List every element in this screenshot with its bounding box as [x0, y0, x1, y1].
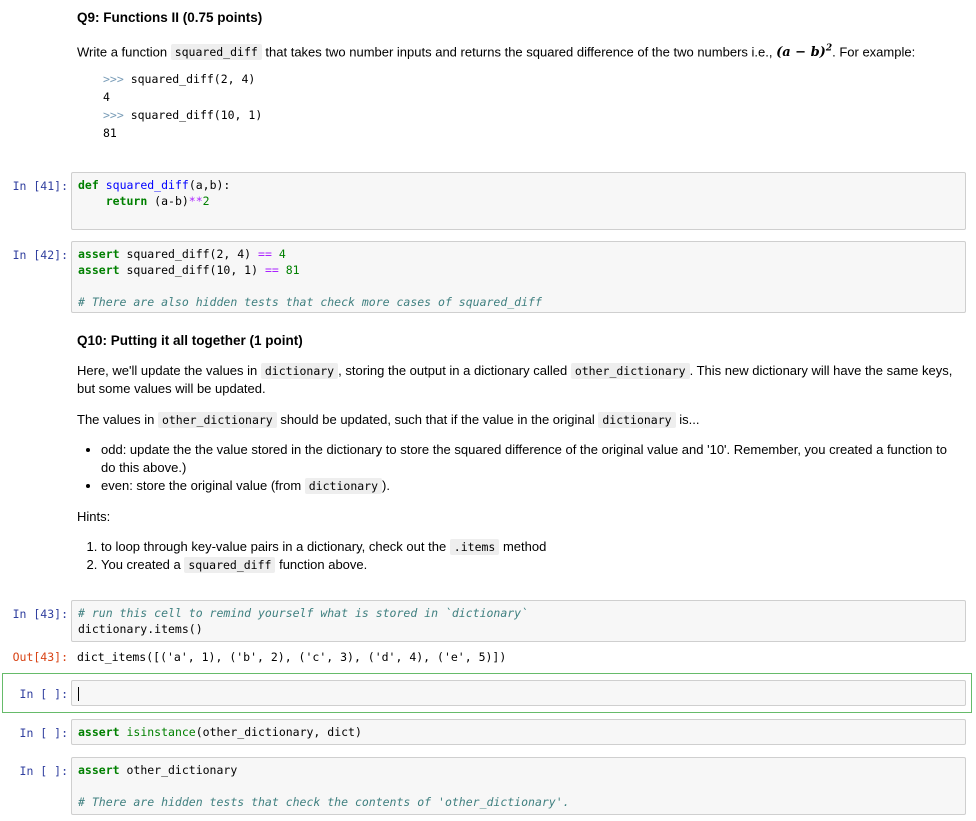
example-1-result: 4: [103, 90, 110, 104]
bullet-odd: odd: update the the value stored in the …: [101, 441, 962, 477]
example-2-call: >>> squared_diff(10, 1): [103, 106, 262, 124]
text: , storing the output in a dictionary cal…: [338, 363, 571, 378]
text: should be updated, such that if the valu…: [276, 412, 599, 427]
text: You created a: [101, 557, 185, 572]
code-text: squared_diff(10, 1): [119, 263, 265, 277]
code-keyword: assert: [78, 763, 120, 777]
example-2-result: 81: [103, 126, 117, 140]
text: The values in: [77, 412, 158, 427]
q9-intro-text-2: that takes two number inputs and returns…: [261, 44, 777, 60]
code-comment: # There are also hidden tests that check…: [78, 295, 542, 309]
code-text: (a-b): [147, 194, 189, 208]
code-text: (other_dictionary, dict): [195, 725, 362, 739]
empty-cell-prompt: In [ ]:: [19, 687, 68, 701]
code-operator: **: [188, 194, 203, 208]
cell-43-output-prompt: Out[43]:: [12, 650, 68, 664]
example-call: squared_diff(2, 4): [123, 72, 256, 86]
code-number: 2: [202, 194, 210, 208]
q9-intro-tail: . For example:: [832, 44, 916, 60]
code-comment: # There are hidden tests that check the …: [78, 795, 570, 809]
text-cursor: [78, 686, 79, 701]
hints-list: to loop through key-value pairs in a dic…: [77, 538, 962, 574]
cell-43-prompt: In [43]:: [12, 607, 68, 621]
code-text: squared_diff(2, 4): [119, 247, 259, 261]
q10-markdown: Q10: Putting it all together (1 point): [77, 332, 962, 350]
text: method: [499, 539, 547, 554]
q10-bullets: odd: update the the value stored in the …: [77, 441, 962, 495]
q10-title: Q10: Putting it all together (1 point): [77, 333, 303, 348]
inline-code: dictionary: [598, 412, 676, 428]
formula: (a − b)2: [776, 44, 832, 61]
code-operator: ==: [264, 263, 279, 277]
cell-41-prompt: In [41]:: [12, 179, 68, 193]
inline-code: squared_diff: [170, 44, 262, 61]
q10-paragraph-2: The values in other_dictionary should be…: [77, 411, 962, 429]
example-prompt: >>>: [103, 72, 124, 86]
hint-2: You created a squared_diff function abov…: [101, 556, 962, 574]
bullet-even: even: store the original value (from dic…: [101, 477, 962, 495]
example-call: squared_diff(10, 1): [123, 108, 263, 122]
isinstance-cell-prompt: In [ ]:: [19, 726, 68, 740]
q9-markdown: Q9: Functions II (0.75 points): [77, 9, 962, 27]
code-keyword: return: [105, 194, 148, 208]
cell-43-editor[interactable]: # run this cell to remind yourself what …: [71, 600, 966, 642]
cell-42-editor[interactable]: assert squared_diff(2, 4) == 4 assert sq…: [71, 241, 966, 313]
inline-code: .items: [449, 539, 500, 555]
code-number: 4: [278, 247, 286, 261]
text: is...: [675, 412, 700, 427]
inline-code: dictionary: [304, 478, 383, 494]
text: even: store the original value (from: [101, 478, 305, 493]
code-comment: # run this cell to remind yourself what …: [78, 606, 529, 620]
code-builtin: isinstance: [126, 725, 196, 739]
q9-intro: Write a function squared_diff that takes…: [77, 40, 962, 62]
code-text: dictionary.items(): [78, 622, 203, 636]
text: function above.: [275, 557, 368, 572]
q9-intro-text: Write a function: [77, 44, 171, 60]
code-number: 81: [285, 263, 300, 277]
q9-title: Q9: Functions II (0.75 points): [77, 10, 263, 25]
code-function-name: squared_diff: [105, 178, 189, 192]
last-cell-prompt: In [ ]:: [19, 764, 68, 778]
cell-43-output: dict_items([('a', 1), ('b', 2), ('c', 3)…: [77, 650, 507, 664]
code-keyword: assert: [78, 247, 120, 261]
example-1-call: >>> squared_diff(2, 4): [103, 70, 255, 88]
code-operator: ==: [258, 247, 272, 261]
empty-cell-editor[interactable]: [71, 680, 966, 706]
inline-code: dictionary: [260, 363, 339, 379]
code-keyword: def: [78, 178, 99, 192]
text: to loop through key-value pairs in a dic…: [101, 539, 450, 554]
inline-code: other_dictionary: [157, 412, 277, 428]
last-cell-editor[interactable]: assert other_dictionary # There are hidd…: [71, 757, 966, 815]
example-prompt: >>>: [103, 108, 124, 122]
inline-code: other_dictionary: [570, 363, 690, 379]
cell-41-editor[interactable]: def squared_diff(a,b): return (a-b)**2: [71, 172, 966, 230]
cell-42-prompt: In [42]:: [12, 248, 68, 262]
code-text: (a,b):: [188, 178, 231, 192]
code-text: other_dictionary: [119, 763, 238, 777]
text: ).: [382, 478, 390, 493]
formula-base: (a − b): [776, 45, 826, 61]
inline-code: squared_diff: [184, 557, 276, 573]
code-keyword: assert: [78, 725, 120, 739]
q10-paragraph-1: Here, we'll update the values in diction…: [77, 362, 962, 398]
hint-1: to loop through key-value pairs in a dic…: [101, 538, 962, 556]
isinstance-cell-editor[interactable]: assert isinstance(other_dictionary, dict…: [71, 719, 966, 745]
text: Here, we'll update the values in: [77, 363, 261, 378]
hints-label: Hints:: [77, 509, 111, 524]
code-keyword: assert: [78, 263, 120, 277]
